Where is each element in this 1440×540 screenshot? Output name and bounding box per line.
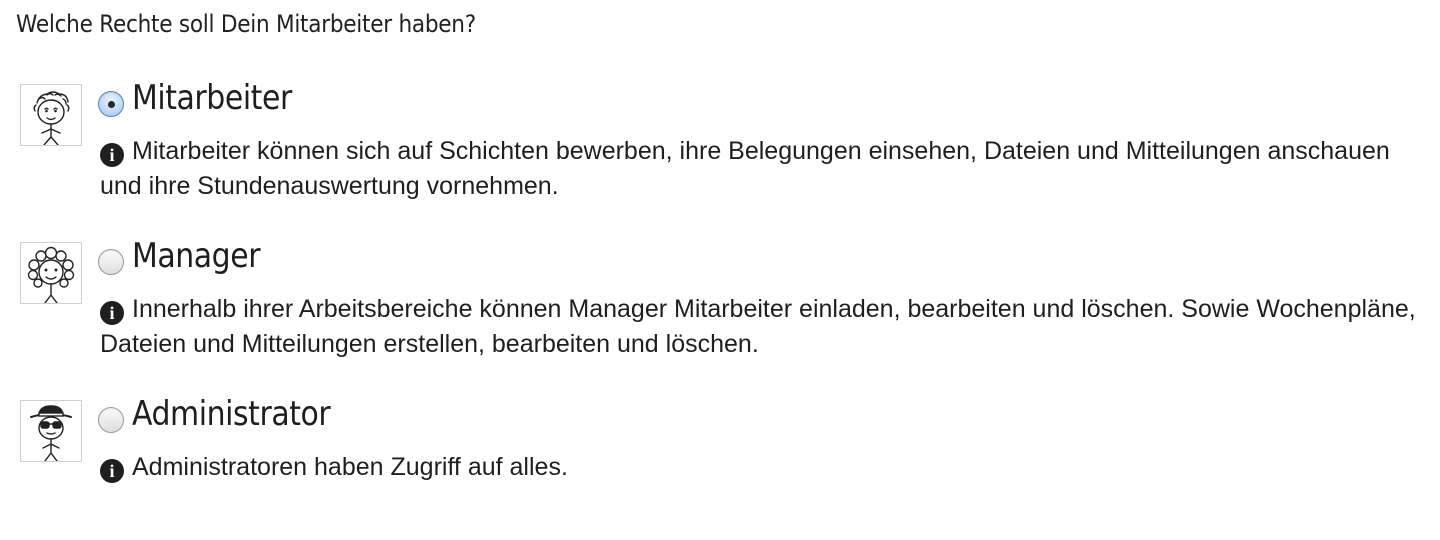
description-text: Mitarbeiter können sich auf Schichten be… (100, 137, 1390, 200)
mitarbeiter-radio[interactable] (98, 91, 124, 117)
manager-avatar-icon (20, 242, 82, 304)
administrator-radio[interactable] (98, 407, 124, 433)
info-icon: i (100, 143, 124, 167)
info-icon: i (100, 459, 124, 483)
administrator-avatar-icon (20, 400, 82, 462)
role-description-administrator: i Administratoren haben Zugriff auf alles… (100, 450, 1420, 485)
role-option-administrator: Administrator i Administratoren haben Zug… (0, 394, 1440, 540)
info-icon: i (100, 301, 124, 325)
role-description-manager: i Innerhalb ihrer Arbeitsbereiche können … (100, 292, 1420, 362)
question-heading: Welche Rechte soll Dein Mitarbeiter habe… (16, 10, 476, 38)
description-text: Administratoren haben Zugriff auf alles. (132, 453, 568, 481)
role-option-mitarbeiter: Mitarbeiter i Mitarbeiter können sich auf… (0, 78, 1440, 224)
employee-avatar-icon (20, 84, 82, 146)
role-name-manager[interactable]: Manager (132, 236, 261, 276)
manager-radio[interactable] (98, 249, 124, 275)
role-name-administrator[interactable]: Administrator (132, 394, 331, 434)
role-option-manager: Manager i Innerhalb ihrer Arbeitsbereiche… (0, 236, 1440, 382)
role-name-mitarbeiter[interactable]: Mitarbeiter (132, 78, 292, 118)
description-text: Innerhalb ihrer Arbeitsbereiche können M… (100, 295, 1416, 358)
role-description-mitarbeiter: i Mitarbeiter können sich auf Schichten b… (100, 134, 1420, 204)
